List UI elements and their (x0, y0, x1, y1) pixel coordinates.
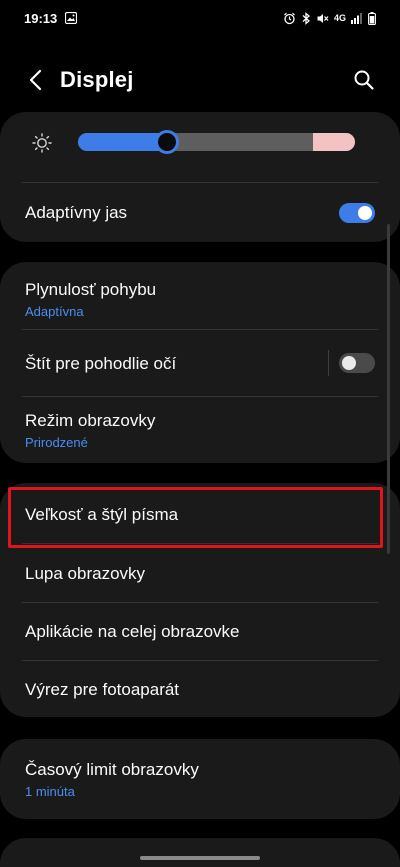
screen-timeout-row[interactable]: Časový limit obrazovky 1 minúta (0, 739, 400, 819)
scrollbar[interactable] (387, 224, 390, 554)
font-and-screen-card: Veľkosť a štýl písma Lupa obrazovky Apli… (0, 483, 400, 717)
camera-cutout-label: Výrez pre fotoaparát (25, 680, 180, 699)
eye-comfort-toggle[interactable] (339, 353, 375, 373)
toggle-separator (328, 350, 329, 376)
back-arrow-icon (29, 69, 42, 91)
adaptive-brightness-label: Adaptívny jas (25, 203, 128, 222)
screen-mode-label: Režim obrazovky (25, 411, 156, 430)
status-bar: 19:13 4G (0, 0, 400, 36)
motion-smoothness-row[interactable]: Plynulosť pohybu Adaptívna (0, 262, 400, 328)
battery-icon (368, 11, 376, 25)
font-size-style-row[interactable]: Veľkosť a štýl písma (0, 483, 400, 543)
adaptive-brightness-toggle[interactable] (339, 203, 375, 223)
gesture-nav-handle[interactable] (140, 856, 260, 860)
eye-comfort-row[interactable]: Štít pre pohodlie očí (0, 330, 400, 396)
back-button[interactable] (22, 67, 48, 93)
search-button[interactable] (350, 66, 378, 94)
full-screen-apps-row[interactable]: Aplikácie na celej obrazovke (0, 603, 400, 660)
next-settings-card (0, 838, 400, 867)
display-options-card: Plynulosť pohybu Adaptívna Štít pre poho… (0, 262, 400, 463)
brightness-sun-icon (32, 133, 52, 153)
font-size-style-label: Veľkosť a štýl písma (25, 505, 179, 524)
full-screen-apps-label: Aplikácie na celej obrazovke (25, 622, 240, 641)
alarm-icon (284, 12, 295, 24)
bluetooth-icon (302, 11, 310, 25)
search-icon (354, 70, 374, 90)
brightness-card: Adaptívny jas (0, 112, 400, 242)
screen-timeout-value: 1 minúta (25, 784, 75, 799)
network-type-label: 4G (333, 13, 346, 23)
motion-smoothness-label: Plynulosť pohybu (25, 280, 157, 299)
screen-mode-value: Prirodzené (25, 435, 88, 450)
signal-icon (351, 13, 362, 24)
eye-comfort-label: Štít pre pohodlie očí (25, 354, 177, 373)
app-header: Displej (0, 52, 400, 108)
screen-timeout-label: Časový limit obrazovky (25, 760, 199, 779)
brightness-slider-fill (78, 133, 167, 151)
camera-cutout-row[interactable]: Výrez pre fotoaparát (0, 661, 400, 717)
motion-smoothness-value: Adaptívna (25, 304, 84, 319)
adaptive-brightness-row[interactable]: Adaptívny jas (0, 183, 400, 242)
screen-zoom-row[interactable]: Lupa obrazovky (0, 544, 400, 602)
brightness-row (0, 112, 400, 182)
mute-icon (317, 13, 329, 23)
brightness-slider-extra-zone (313, 133, 355, 151)
gallery-notification-icon (65, 12, 78, 24)
brightness-slider-thumb[interactable] (155, 130, 179, 154)
screen-zoom-label: Lupa obrazovky (25, 564, 146, 583)
screen-mode-row[interactable]: Režim obrazovky Prirodzené (0, 397, 400, 463)
screen-timeout-card: Časový limit obrazovky 1 minúta (0, 739, 400, 819)
status-time: 19:13 (24, 10, 58, 26)
brightness-slider[interactable] (78, 130, 355, 154)
page-title: Displej (60, 67, 134, 92)
